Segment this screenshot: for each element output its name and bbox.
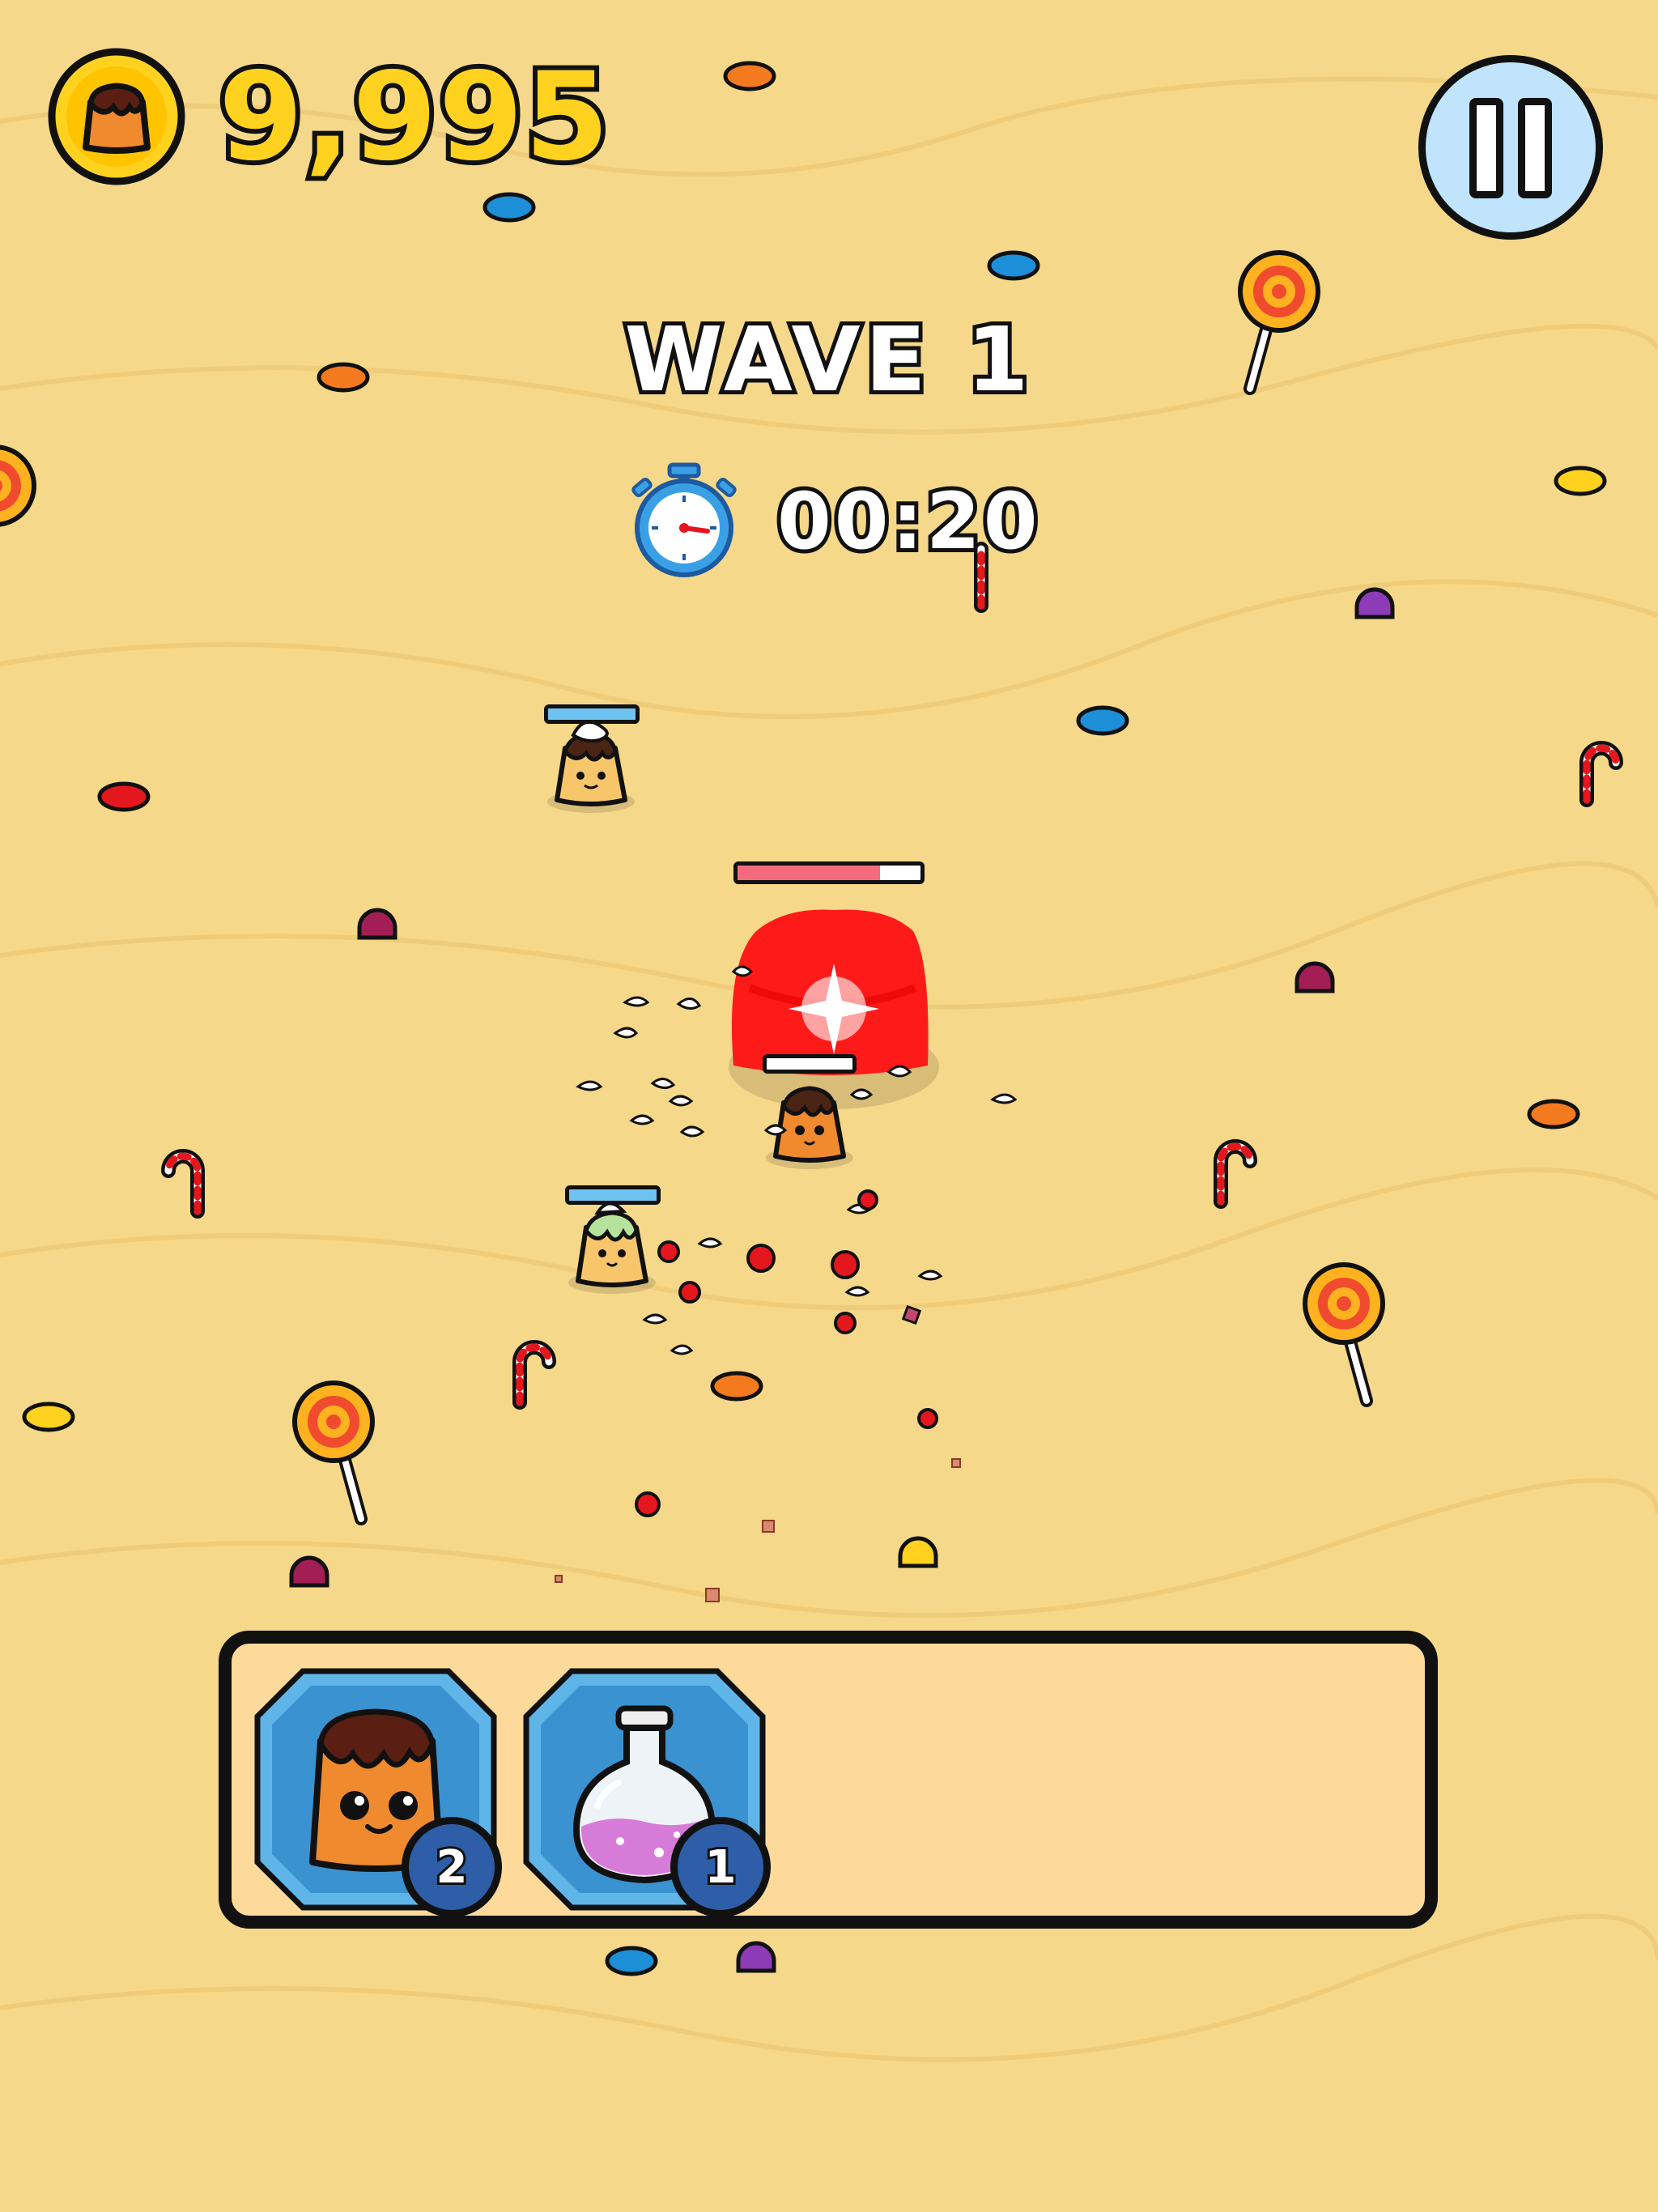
gumdrop-maroon [1295, 961, 1335, 993]
gumdrop-maroon [289, 1555, 329, 1588]
enemy-health-bar [565, 1185, 661, 1205]
jellybean-orange [723, 61, 776, 91]
enemy-matcha-pudding [568, 1202, 656, 1294]
gumdrop-yellow [898, 1536, 938, 1568]
pause-icon-bar [1518, 98, 1552, 198]
inventory-slot-pudding[interactable]: 2 [254, 1668, 502, 1917]
gumdrop-maroon [357, 908, 397, 940]
candy-cane [1214, 1139, 1257, 1209]
lollipop [1303, 1262, 1385, 1407]
jellybean-red [97, 781, 151, 812]
slot-count-badge: 1 [670, 1817, 771, 1917]
stopwatch-icon [631, 462, 737, 577]
game-stage[interactable]: 9,995 WAVE 1 00:20 2 1 [0, 0, 1658, 2212]
timer-text: 00:20 [773, 472, 1042, 571]
candy-cane [161, 1149, 205, 1219]
enemy-health-fill [548, 708, 636, 720]
enemy-health-bar [763, 1054, 857, 1074]
boss-health-bar [733, 861, 925, 884]
jellybean-blue [605, 1946, 658, 1976]
jellybean-blue [987, 250, 1040, 281]
enemy-health-fill [569, 1189, 657, 1201]
jellybean-orange [1527, 1099, 1580, 1129]
jellybean-yellow [1554, 466, 1607, 496]
jellybean-blue [1076, 705, 1129, 736]
pause-button[interactable] [1418, 55, 1603, 240]
enemy-health-bar [544, 704, 640, 724]
coin-count: 9,995 [214, 44, 614, 191]
gumdrop-purple [1354, 587, 1395, 619]
boss-red-jelly [729, 909, 939, 1109]
slot-count-badge: 2 [402, 1817, 502, 1917]
jellybean-yellow [22, 1402, 75, 1432]
enemy-health-fill [767, 1058, 852, 1070]
inventory-slot-potion[interactable]: 1 [523, 1668, 771, 1917]
gumdrop-purple [736, 1941, 776, 1973]
jellybean-blue [483, 192, 536, 223]
boss-health-fill [738, 866, 881, 880]
candy-cane [1579, 741, 1623, 807]
inventory-panel: 2 1 [219, 1631, 1438, 1929]
candy-cane [512, 1340, 556, 1410]
jellybean-orange [710, 1371, 763, 1402]
lollipop [292, 1380, 375, 1525]
wave-label: WAVE 1 [620, 304, 1034, 415]
enemy-cream-pudding [547, 720, 635, 813]
pause-icon-bar [1469, 98, 1503, 198]
pudding-coin-icon [48, 48, 185, 185]
lollipop [0, 445, 36, 527]
